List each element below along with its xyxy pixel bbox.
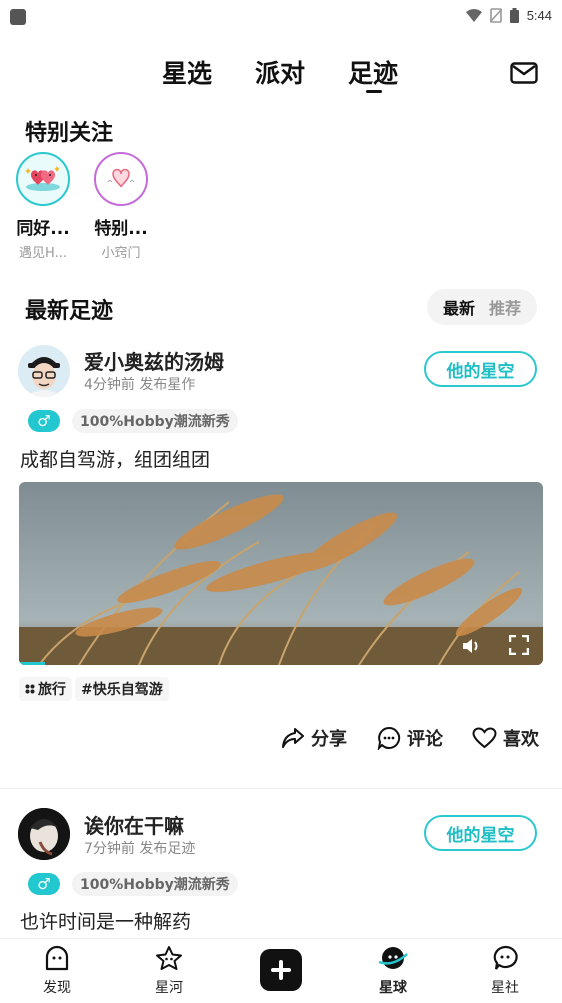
follow-item-1[interactable]: 同好... 遇见H... [13,152,73,261]
star-sky-button[interactable]: 他的星空 [424,815,537,851]
post-content[interactable]: 也许时间是一种解药 [20,907,191,934]
hobby-tag: 100%Hobby潮流新秀 [72,409,238,433]
no-sim-icon [489,8,502,23]
nav-star-club[interactable]: 星社 [475,945,535,997]
heart-icon [107,168,135,188]
post-time: 4分钟前 发布星作 [84,377,196,393]
special-follow-title: 特别关注 [25,121,114,146]
battery-icon [509,8,519,23]
chat-ghost-icon [493,945,518,970]
sort-latest[interactable]: 最新 [443,295,475,319]
active-tab-indicator [366,90,382,93]
gender-badge: ♂ [28,410,60,432]
tag-roadtrip[interactable]: #快乐自驾游 [75,677,169,701]
category-icon [25,684,35,694]
create-post-button[interactable] [260,949,302,991]
tab-xingxuan[interactable]: 星选 [162,54,212,90]
ghost-icon [45,945,69,971]
post-username[interactable]: 爱小奥兹的汤姆 [84,346,224,375]
tag-label: 旅行 [38,682,66,698]
comment-button[interactable]: 评论 [377,725,443,751]
like-button[interactable]: 喜欢 [472,725,539,751]
comment-icon [377,726,401,750]
tag-label: #快乐自驾游 [81,682,163,698]
share-icon [282,728,304,748]
video-progress-bar[interactable] [19,662,45,665]
top-nav: 星选 派对 足迹 [0,48,562,98]
divider [0,788,562,789]
share-button[interactable]: 分享 [281,725,347,751]
hobby-tag: 100%Hobby潮流新秀 [72,872,238,896]
planet-icon [378,947,408,969]
post-username[interactable]: 诶你在干嘛 [84,810,184,839]
nav-label: 星社 [491,980,519,996]
post-content[interactable]: 成都自驾游，组团组团 [20,445,210,472]
notification-icon [10,9,26,25]
avatar[interactable] [18,808,70,860]
post-video[interactable] [19,482,543,665]
clock: 5:44 [526,8,552,23]
follow-avatar [94,152,148,206]
nav-star-river[interactable]: 星河 [139,945,199,997]
follow-item-name: 特别... [94,219,148,239]
nav-label: 星河 [155,980,183,996]
nav-label: 发现 [43,980,71,996]
volume-icon[interactable] [461,637,481,655]
like-label: 喜欢 [503,729,539,750]
nav-planet[interactable]: 星球 [363,945,423,997]
bottom-nav: 发现 星河 星球 星社 [0,938,562,1003]
latest-title: 最新足迹 [25,299,114,324]
plus-icon [271,960,291,980]
male-icon: ♂ [37,875,51,893]
sort-toggle: 最新 推荐 [427,289,537,325]
follow-item-name: 同好... [16,219,70,239]
follow-item-2[interactable]: 特别... 小窍门 [91,152,151,261]
status-bar: 5:44 [0,0,562,34]
mail-icon[interactable] [510,62,538,84]
heart-outline-icon [472,727,497,749]
follow-avatar [16,152,70,206]
comment-label: 评论 [407,729,443,750]
post-time: 7分钟前 发布足迹 [84,841,196,857]
tag-travel[interactable]: 旅行 [19,677,72,701]
sort-recommended[interactable]: 推荐 [489,295,521,319]
gender-badge: ♂ [28,873,60,895]
fullscreen-icon[interactable] [509,635,529,655]
male-icon: ♂ [37,412,51,430]
follow-item-subtitle: 小窍门 [101,246,141,261]
wifi-icon [465,8,482,22]
tab-paidui[interactable]: 派对 [255,54,305,90]
follow-item-subtitle: 遇见H... [19,246,67,261]
avatar[interactable] [18,345,70,397]
hearts-icon [25,166,60,191]
star-icon [156,946,182,970]
nav-discover[interactable]: 发现 [27,945,87,997]
nav-label: 星球 [379,980,407,996]
tab-zuji[interactable]: 足迹 [348,54,398,90]
star-sky-button[interactable]: 他的星空 [424,351,537,387]
share-label: 分享 [311,729,347,750]
